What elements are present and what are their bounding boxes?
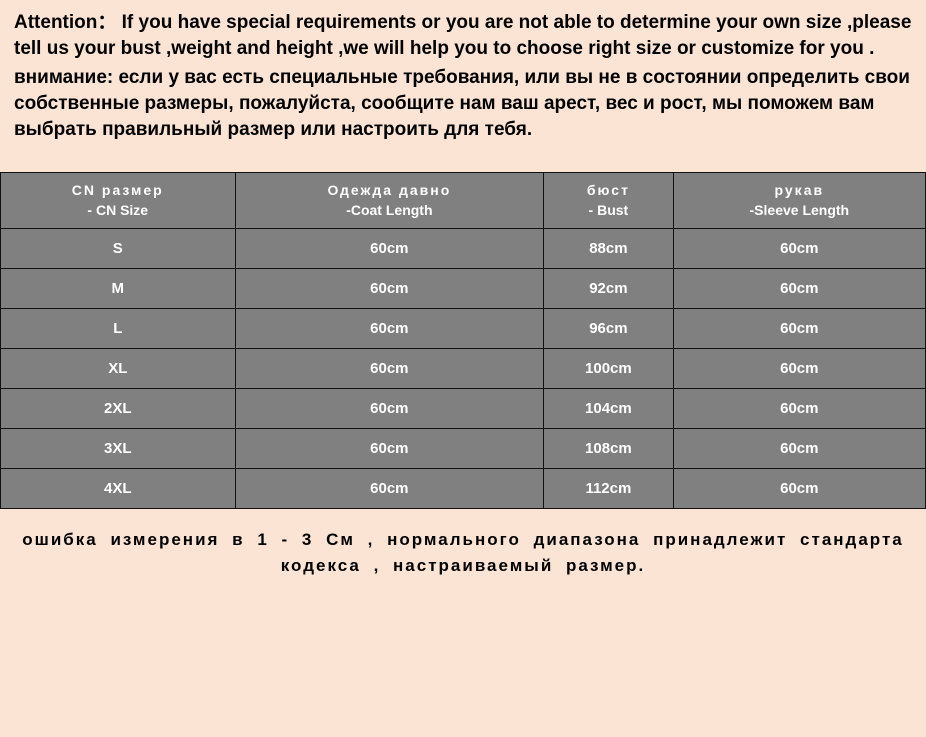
- cell-coat: 60cm: [235, 389, 544, 429]
- cell-bust: 112cm: [544, 469, 673, 509]
- col-header-size: CN размер - CN Size: [1, 173, 236, 229]
- table-body: S60cm88cm60cmM60cm92cm60cmL60cm96cm60cmX…: [1, 229, 926, 509]
- cell-coat: 60cm: [235, 349, 544, 389]
- table-row: M60cm92cm60cm: [1, 269, 926, 309]
- footer-note: ошибка измерения в 1 - 3 См , нормальног…: [0, 509, 926, 588]
- cell-size: 4XL: [1, 469, 236, 509]
- cell-bust: 88cm: [544, 229, 673, 269]
- table-row: 4XL60cm112cm60cm: [1, 469, 926, 509]
- col-header-sub: -Coat Length: [240, 201, 540, 221]
- cell-coat: 60cm: [235, 469, 544, 509]
- table-header: CN размер - CN Size Одежда давно -Coat L…: [1, 173, 926, 229]
- cell-bust: 108cm: [544, 429, 673, 469]
- cell-sleeve: 60cm: [673, 309, 925, 349]
- cell-coat: 60cm: [235, 269, 544, 309]
- col-header-sleeve: рукав -Sleeve Length: [673, 173, 925, 229]
- cell-coat: 60cm: [235, 309, 544, 349]
- attention-ru: внимание: если у вас есть специальные тр…: [14, 65, 912, 142]
- attention-en: Attention： If you have special requireme…: [14, 10, 912, 61]
- col-header-top: Одежда давно: [327, 182, 451, 198]
- cell-sleeve: 60cm: [673, 469, 925, 509]
- cell-bust: 92cm: [544, 269, 673, 309]
- col-header-coat: Одежда давно -Coat Length: [235, 173, 544, 229]
- col-header-top: рукав: [775, 182, 825, 198]
- cell-size: L: [1, 309, 236, 349]
- attention-text: Attention： If you have special requireme…: [0, 0, 926, 162]
- cell-bust: 96cm: [544, 309, 673, 349]
- cell-sleeve: 60cm: [673, 349, 925, 389]
- table-row: 2XL60cm104cm60cm: [1, 389, 926, 429]
- cell-sleeve: 60cm: [673, 229, 925, 269]
- cell-size: 2XL: [1, 389, 236, 429]
- cell-sleeve: 60cm: [673, 389, 925, 429]
- cell-coat: 60cm: [235, 429, 544, 469]
- table-row: L60cm96cm60cm: [1, 309, 926, 349]
- cell-size: M: [1, 269, 236, 309]
- cell-size: XL: [1, 349, 236, 389]
- cell-sleeve: 60cm: [673, 429, 925, 469]
- col-header-sub: -Sleeve Length: [678, 201, 921, 221]
- size-chart-table: CN размер - CN Size Одежда давно -Coat L…: [0, 172, 926, 509]
- table-row: S60cm88cm60cm: [1, 229, 926, 269]
- table-row: 3XL60cm108cm60cm: [1, 429, 926, 469]
- table-row: XL60cm100cm60cm: [1, 349, 926, 389]
- cell-bust: 104cm: [544, 389, 673, 429]
- col-header-top: CN размер: [72, 182, 164, 198]
- cell-size: S: [1, 229, 236, 269]
- cell-size: 3XL: [1, 429, 236, 469]
- col-header-bust: бюст - Bust: [544, 173, 673, 229]
- col-header-sub: - Bust: [548, 201, 668, 221]
- col-header-sub: - CN Size: [5, 201, 231, 221]
- cell-coat: 60cm: [235, 229, 544, 269]
- col-header-top: бюст: [587, 182, 630, 198]
- cell-sleeve: 60cm: [673, 269, 925, 309]
- cell-bust: 100cm: [544, 349, 673, 389]
